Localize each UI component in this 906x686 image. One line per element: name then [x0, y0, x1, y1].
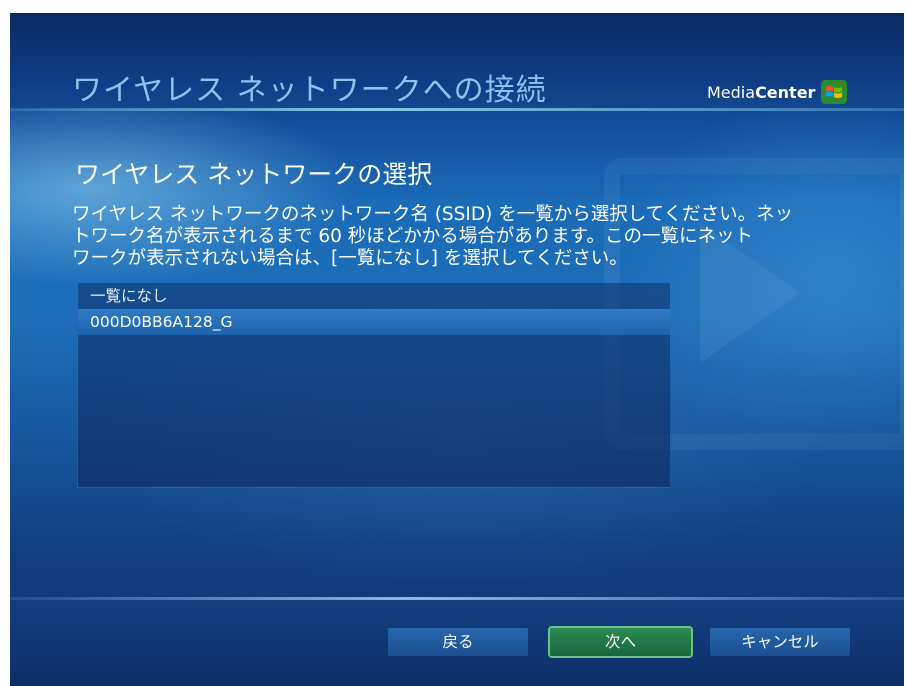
instruction-text: ワイヤレス ネットワークのネットワーク名 (SSID) を一覧から選択してくださ…: [72, 204, 892, 270]
instruction-line: ワイヤレス ネットワークのネットワーク名 (SSID) を一覧から選択してくださ…: [72, 204, 794, 225]
windows-flag-icon: [821, 80, 848, 104]
instruction-line: トワーク名が表示されるまで 60 秒ほどかかる場合があります。この一覧にネット: [72, 226, 753, 247]
cancel-button[interactable]: キャンセル: [710, 628, 850, 656]
instruction-line: ワークが表示されない場合は、[一覧になし] を選択してください。: [72, 248, 628, 269]
window-title: ワイヤレス ネットワークへの接続: [72, 73, 547, 108]
media-center-logo: MediaCenter: [707, 80, 848, 104]
network-item-not-listed[interactable]: 一覧になし: [78, 283, 670, 309]
next-button[interactable]: 次へ: [550, 628, 691, 656]
media-center-screen: ワイヤレス ネットワークへの接続 MediaCenter ワイヤレス ネットワー…: [10, 13, 904, 686]
back-button[interactable]: 戻る: [388, 628, 528, 656]
network-item-ssid[interactable]: 000D0BB6A128_G: [78, 309, 670, 335]
logo-text: MediaCenter: [707, 82, 816, 102]
network-list[interactable]: 一覧になし 000D0BB6A128_G: [77, 283, 670, 488]
page-heading: ワイヤレス ネットワークの選択: [75, 160, 433, 189]
